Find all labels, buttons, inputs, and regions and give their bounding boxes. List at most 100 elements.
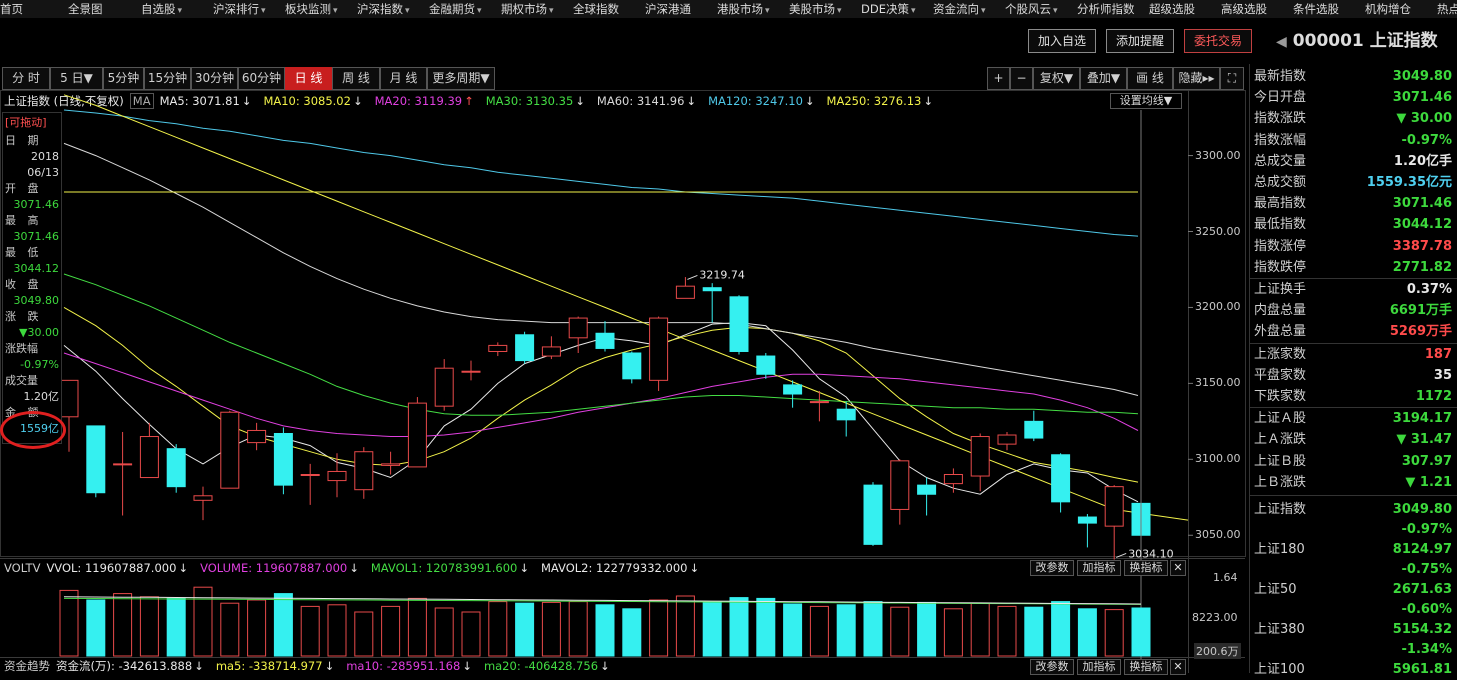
candlestick[interactable] [86, 425, 106, 498]
volume-bar [59, 589, 79, 657]
candle-body [649, 317, 669, 381]
volume-bar [220, 602, 240, 657]
candlestick[interactable] [541, 336, 561, 360]
volume-bar [407, 597, 427, 657]
index-row[interactable]: 上证380 5154.32 [1254, 619, 1452, 640]
volume-bar [541, 601, 561, 657]
candlestick[interactable] [943, 468, 963, 493]
quote-label: 上Ａ涨跌 [1254, 432, 1307, 448]
fund-legend-item: 资金流(万): -342613.888 ↓ [56, 659, 210, 673]
candlestick[interactable] [515, 331, 535, 364]
volume-bar [970, 602, 990, 657]
candlestick[interactable] [354, 447, 374, 499]
candlestick[interactable] [890, 459, 910, 525]
candlestick[interactable] [675, 277, 695, 299]
candlestick[interactable] [836, 401, 856, 437]
price-tick-label: 3100.00 [1195, 452, 1241, 466]
quote-label: 总成交量 [1254, 153, 1307, 169]
quote-label: 外盘总量 [1254, 324, 1307, 340]
volume-bar [247, 599, 267, 657]
candlestick[interactable] [461, 360, 481, 381]
candlestick[interactable] [622, 351, 642, 384]
candlestick[interactable] [220, 410, 240, 489]
candle-body [354, 451, 374, 491]
index-change: -0.97% [1401, 522, 1453, 537]
panel-divider [1250, 495, 1457, 496]
index-change: -0.75% [1401, 562, 1453, 577]
candlestick[interactable] [649, 316, 669, 391]
candle-body [756, 355, 776, 375]
quote-label: 今日开盘 [1254, 90, 1307, 106]
index-change-row: -1.34% [1254, 639, 1453, 660]
nav-item[interactable]: 机构增仓 [1365, 0, 1411, 18]
candlestick[interactable] [139, 422, 159, 479]
candlestick[interactable] [1104, 485, 1124, 560]
volume-bar [809, 605, 829, 657]
volume-bar [595, 604, 615, 657]
candlestick[interactable] [327, 453, 347, 498]
candle-body [836, 408, 856, 421]
candlestick[interactable] [166, 444, 186, 493]
index-row[interactable]: 上证100 5961.81 [1254, 659, 1452, 680]
quote-row: 下跌家数 1172 [1254, 386, 1452, 407]
index-row[interactable]: 上证50 2671.63 [1254, 579, 1452, 600]
candlestick[interactable] [729, 295, 749, 355]
fund-indicator-label: 资金趋势 [4, 659, 50, 673]
index-value: 2671.63 [1392, 582, 1452, 597]
ma-line-ma120 [63, 109, 1139, 237]
index-row[interactable]: 上证180 8124.97 [1254, 539, 1452, 560]
volume-bar [943, 608, 963, 657]
collapse-arrow-icon[interactable]: ◀ [1276, 34, 1287, 50]
candlestick[interactable] [863, 482, 883, 546]
nav-item[interactable]: 条件选股 [1293, 0, 1339, 18]
candlestick[interactable] [595, 321, 615, 352]
change-value: ▼30.00 [19, 326, 59, 339]
price-tick-label: 3250.00 [1195, 224, 1241, 238]
candle-body [622, 352, 642, 380]
quote-label: 上证换手 [1254, 282, 1307, 297]
crosshair-info-box[interactable]: [可拖动] 日 期 2018 06/13 开 盘 3071.46 最 高 307… [2, 112, 62, 444]
candle-body [1051, 454, 1071, 503]
high-marker-arrow [687, 274, 698, 280]
candlestick[interactable] [488, 342, 508, 357]
candlestick[interactable] [997, 431, 1017, 451]
candlestick[interactable] [970, 433, 990, 492]
highlight-circle [0, 411, 66, 449]
candlestick[interactable] [917, 477, 937, 516]
fund-legend-item: ma5: -338714.977 ↓ [216, 659, 340, 673]
candlestick[interactable] [783, 380, 803, 408]
candle-body [300, 474, 320, 477]
volume-close-button[interactable]: ✕ [1170, 560, 1186, 576]
candle-body [86, 425, 106, 494]
date-label: 日 期 [5, 134, 43, 147]
volume-add-indicator-button[interactable]: 加指标 [1077, 560, 1121, 576]
quote-label: 指数跌停 [1254, 259, 1307, 275]
candlestick[interactable] [1024, 410, 1044, 442]
candlestick[interactable] [273, 427, 293, 495]
candlestick[interactable] [434, 359, 454, 411]
candle-body [943, 474, 963, 485]
candlestick[interactable] [300, 463, 320, 505]
candlestick[interactable] [193, 486, 213, 521]
candlestick[interactable] [1051, 453, 1071, 513]
volume-swap-indicator-button[interactable]: 换指标 [1124, 560, 1168, 576]
candlestick[interactable] [407, 397, 427, 468]
candlestick[interactable] [1077, 513, 1097, 548]
quote-label: 指数涨跌 [1254, 111, 1307, 127]
candlestick[interactable] [247, 422, 267, 451]
trend-arrow-icon: ↓ [349, 561, 359, 575]
candlestick[interactable] [756, 353, 776, 379]
candle-body [970, 436, 990, 477]
candlestick[interactable] [59, 379, 79, 452]
candle-body [783, 384, 803, 395]
index-row[interactable]: 上证指数 3049.80 [1254, 499, 1452, 520]
price-tick-label: 3150.00 [1195, 376, 1241, 390]
quote-row: 指数涨跌 ▼ 30.00 [1254, 108, 1452, 129]
candlestick[interactable] [381, 451, 401, 475]
nav-item[interactable]: 热点 [1437, 0, 1457, 18]
volume-modify-params-button[interactable]: 改参数 [1030, 560, 1074, 576]
quote-row: 上Ａ涨跌 ▼ 31.47 [1254, 429, 1452, 450]
candlestick[interactable] [702, 283, 722, 323]
quote-label: 最低指数 [1254, 217, 1307, 233]
candlestick[interactable] [113, 431, 133, 516]
